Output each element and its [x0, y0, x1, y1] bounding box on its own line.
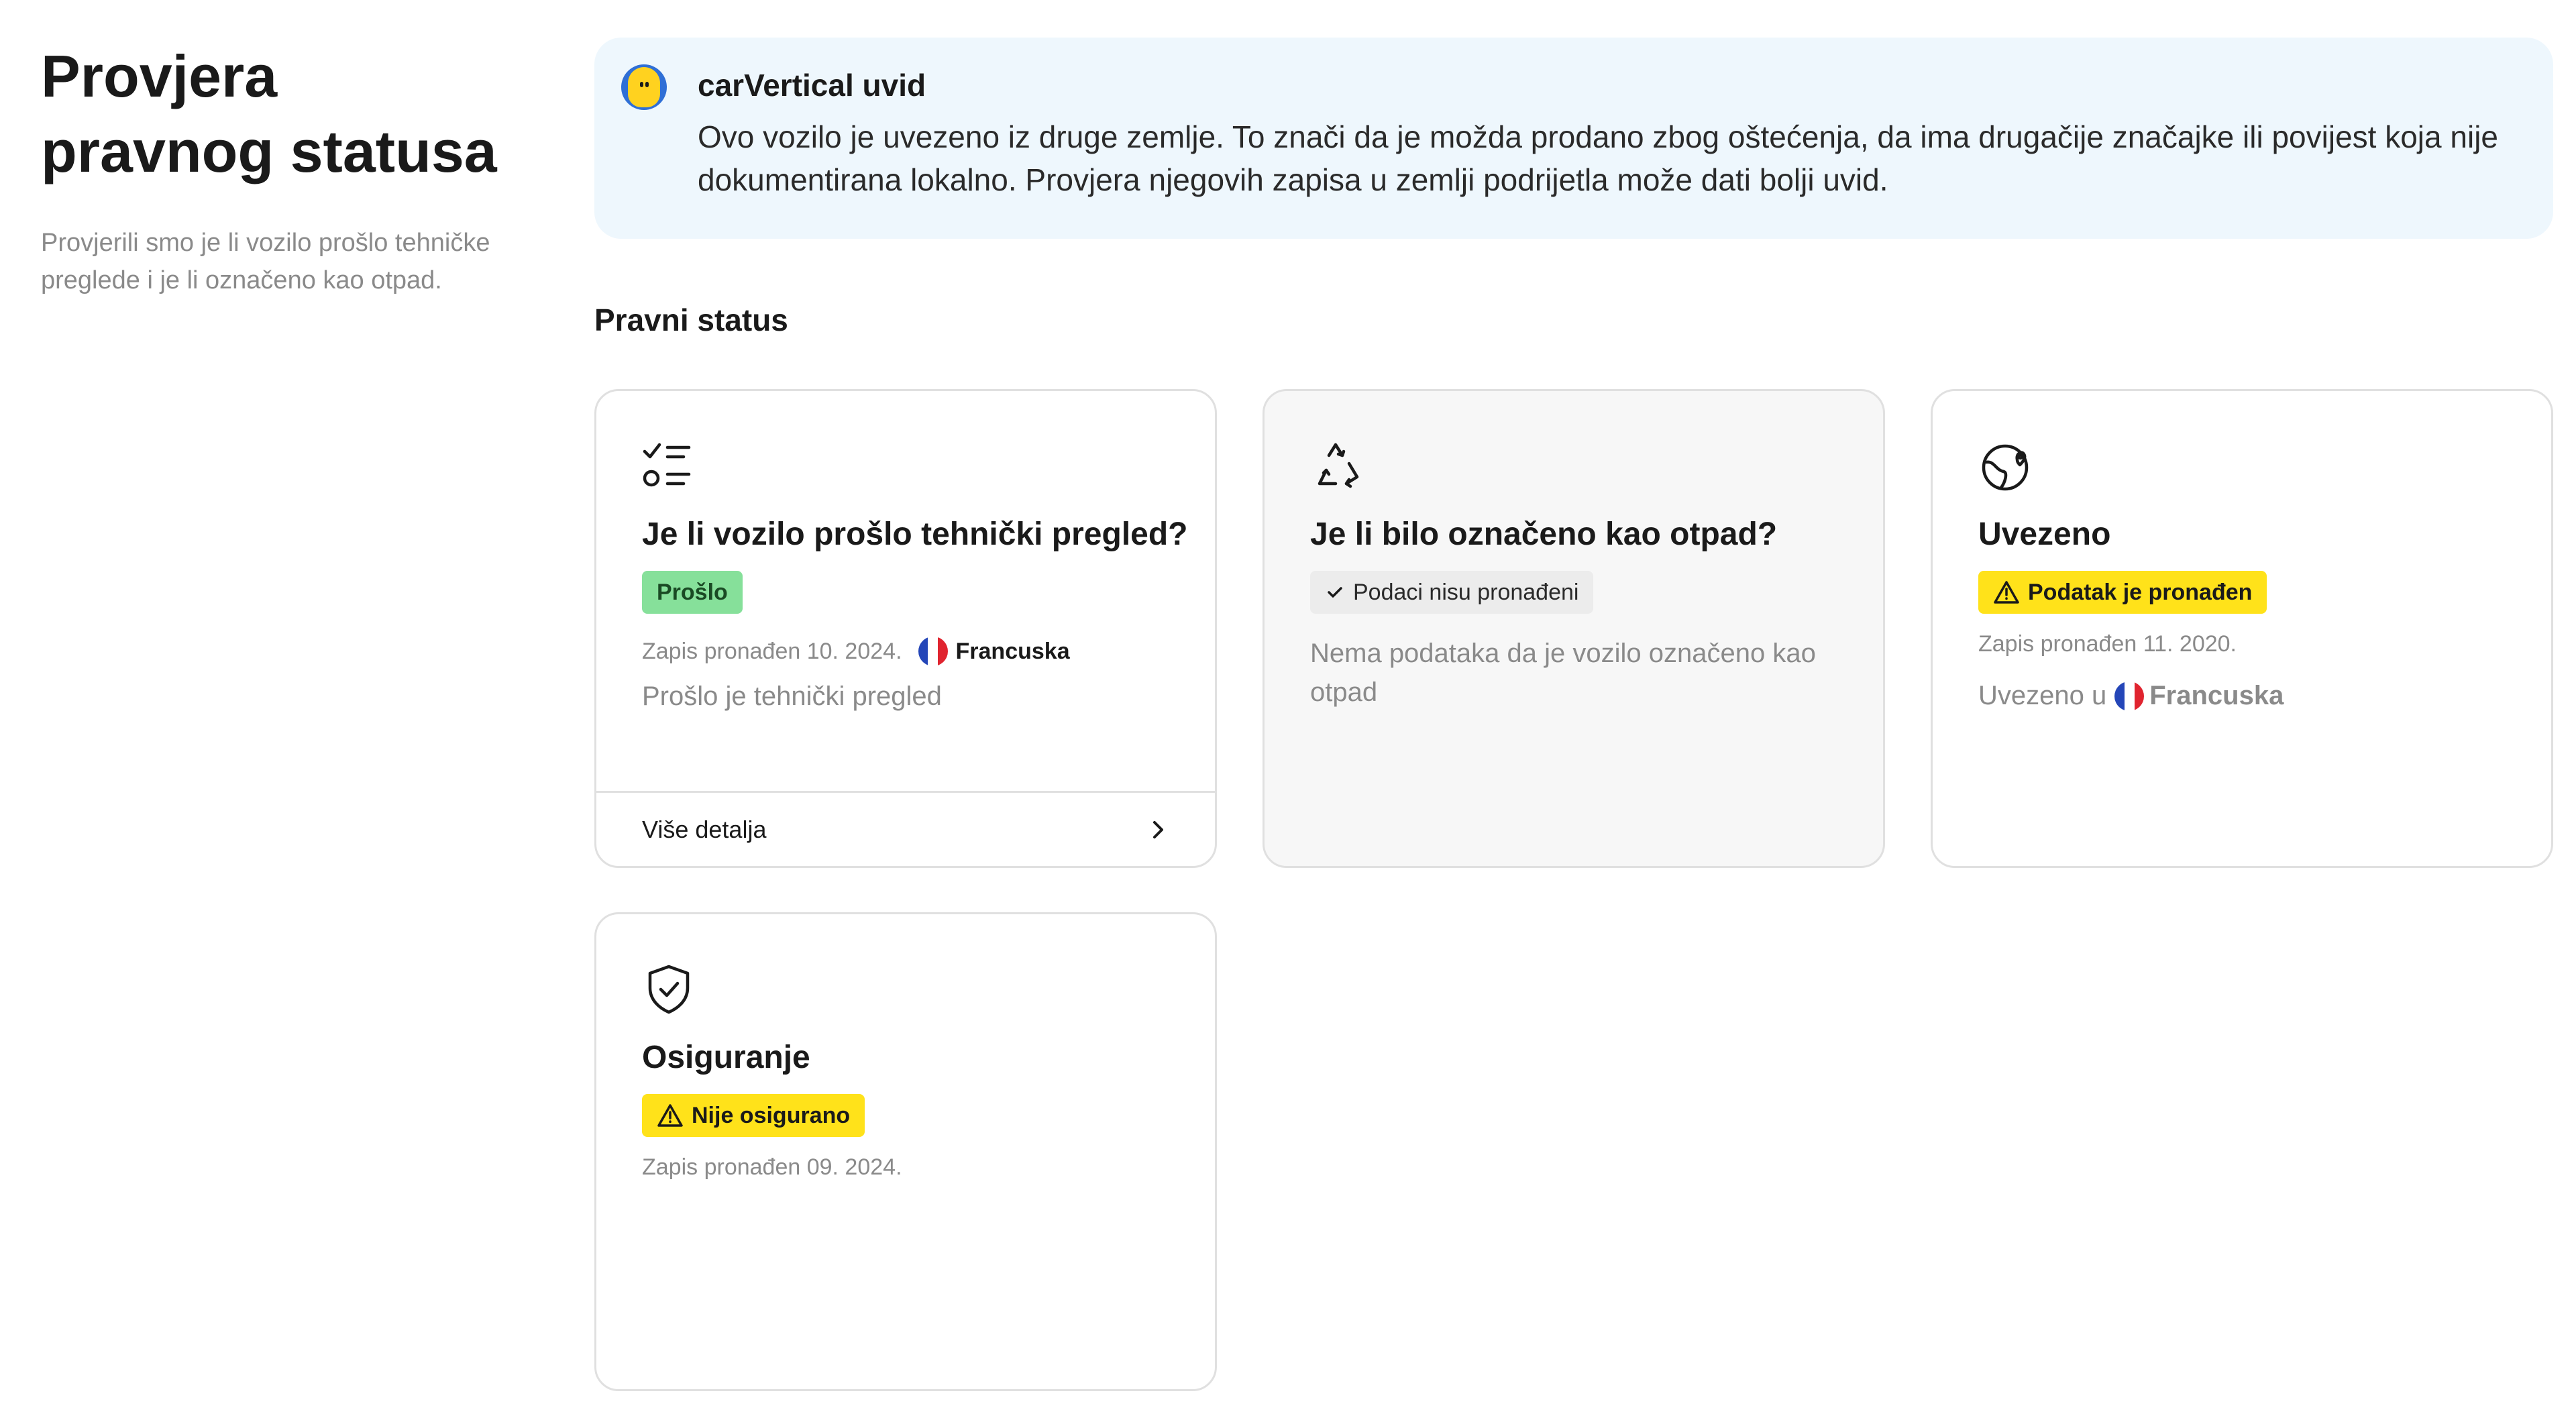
recycle-icon [1318, 443, 1359, 488]
status-badge-label: Podatak je pronađen [2028, 579, 2253, 605]
status-badge-label: Podaci nisu pronađeni [1353, 579, 1579, 605]
warning-icon [657, 1104, 683, 1127]
insurance-title: Osiguranje [642, 1040, 810, 1075]
imported-title: Uvezeno [1978, 516, 2111, 552]
scrap-card: Je li bilo označeno kao otpad? Podaci ni… [1263, 389, 1885, 868]
record-date: Zapis pronađen 09. 2024. [642, 1154, 902, 1180]
globe-pin-icon [1982, 444, 2029, 491]
status-badge-label: Nije osigurano [692, 1102, 851, 1128]
carvertical-logo-icon [621, 64, 667, 110]
record-date: Zapis pronađen 11. 2020. [1978, 631, 2237, 657]
scrap-note: Nema podataka da je vozilo označeno kao … [1310, 639, 1816, 707]
record-country: Francuska [955, 638, 1070, 664]
checklist-icon [643, 443, 691, 487]
warning-icon [1994, 581, 2019, 604]
record-info: Zapis pronađen 10. 2024. Francuska [642, 637, 1070, 666]
imported-prefix: Uvezeno u [1978, 681, 2107, 710]
check-icon [1328, 587, 1342, 598]
insight-banner: carVertical uvid Ovo vozilo je uvezeno i… [594, 38, 2553, 239]
imported-card: Uvezeno Podatak je pronađen Zapis pronađ… [1931, 389, 2553, 868]
status-badge: Podaci nisu pronađeni [1310, 571, 1594, 614]
record-date: Zapis pronađen 10. 2024. [642, 638, 902, 664]
page-header: Provjera pravnog statusa Provjerili smo … [41, 39, 537, 299]
shield-check-icon [648, 965, 690, 1014]
status-badge: Nije osigurano [642, 1094, 865, 1137]
imported-note: Uvezeno u Francuska [1978, 681, 2284, 711]
inspection-note: Prošlo je tehnički pregled [642, 681, 942, 711]
page-description: Provjerili smo je li vozilo prošlo tehni… [41, 229, 490, 294]
inspection-title: Je li vozilo prošlo tehnički pregled? [642, 516, 1188, 552]
page-title-line1: Provjera [41, 43, 278, 109]
imported-country: Francuska [2149, 681, 2284, 710]
insight-title: carVertical uvid [698, 68, 926, 103]
chevron-right-icon [1153, 820, 1163, 838]
insight-text: Ovo vozilo je uvezeno iz druge zemlje. T… [698, 119, 2498, 197]
france-flag-icon [2114, 681, 2145, 711]
scrap-title: Je li bilo označeno kao otpad? [1310, 516, 1778, 552]
status-badge: Podatak je pronađen [1978, 571, 2267, 614]
france-flag-icon [918, 637, 948, 666]
page-title-line2: pravnog statusa [41, 118, 497, 184]
section-title: Pravni status [594, 303, 788, 337]
inspection-card: Je li vozilo prošlo tehnički pregled? Pr… [594, 389, 1217, 868]
page-title: Provjera pravnog statusa [41, 39, 537, 189]
more-details-label: Više detalja [642, 815, 767, 843]
status-badge: Prošlo [642, 571, 743, 614]
more-details-link[interactable]: Više detalja [596, 791, 1215, 866]
insurance-card: Osiguranje Nije osigurano Zapis pronađen… [594, 912, 1217, 1391]
